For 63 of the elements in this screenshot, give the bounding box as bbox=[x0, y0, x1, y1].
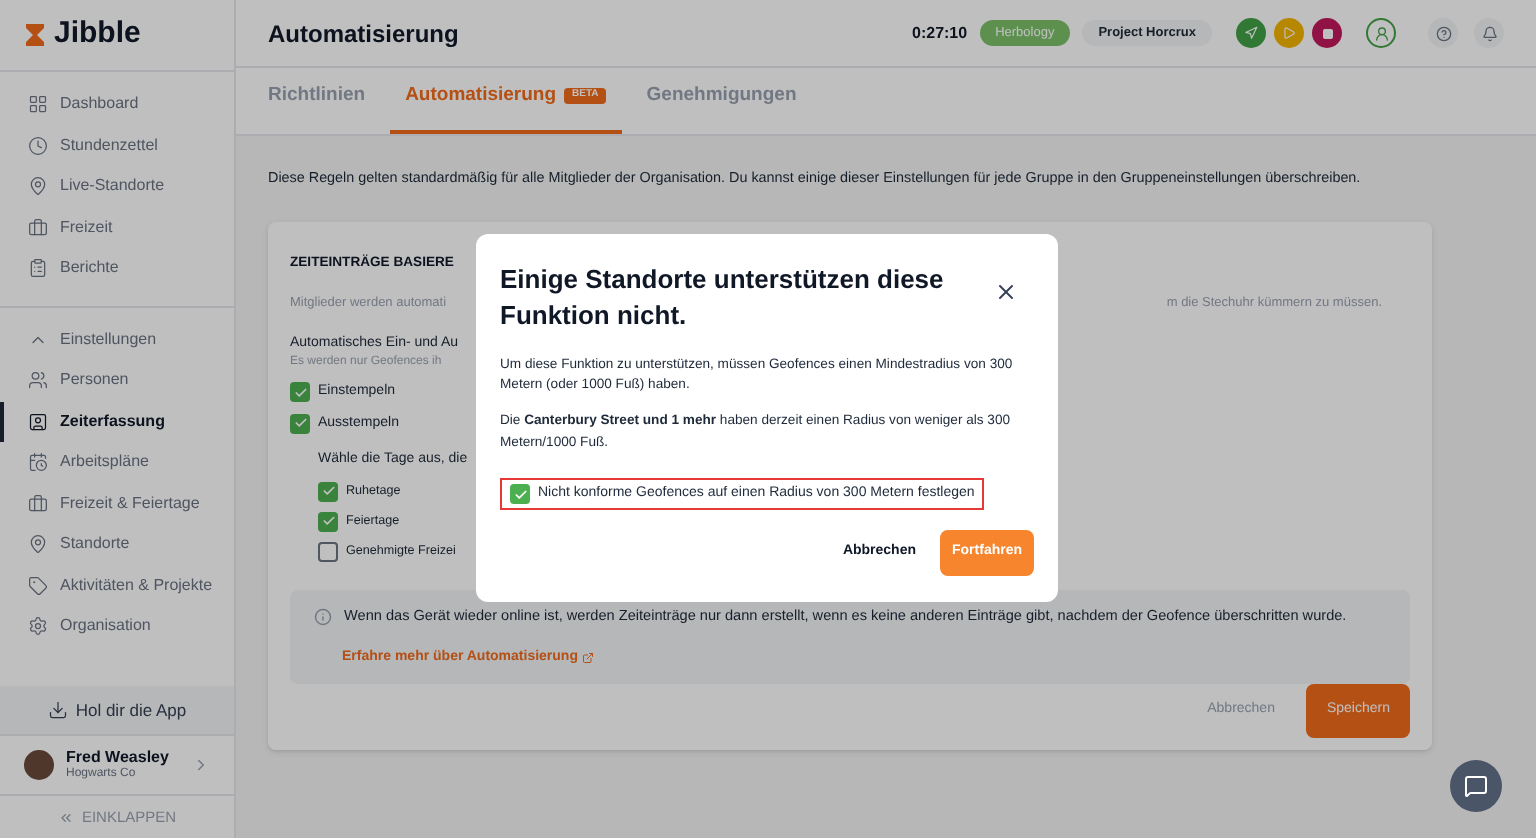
user-status-button[interactable] bbox=[1366, 18, 1396, 48]
page-title: Automatisierung bbox=[268, 17, 459, 51]
nav-item[interactable]: Berichte bbox=[0, 248, 234, 289]
play-icon bbox=[1282, 26, 1296, 40]
switch-activity-button[interactable] bbox=[1236, 18, 1266, 48]
nav-item[interactable]: Arbeitspläne bbox=[0, 442, 234, 483]
settings-section-toggle[interactable]: Einstellungen bbox=[0, 319, 234, 360]
checkbox[interactable] bbox=[318, 541, 338, 562]
nav-item[interactable]: Zeiterfassung bbox=[0, 401, 234, 442]
grid-icon bbox=[28, 94, 48, 115]
dialog-title: Einige Standorte unterstützen diese Funktion nicht. bbox=[500, 262, 946, 333]
app-logo: Jibble bbox=[54, 14, 141, 55]
tag-icon bbox=[28, 575, 48, 596]
checkbox[interactable] bbox=[290, 413, 310, 434]
double-chevron-icon bbox=[57, 809, 74, 825]
help-icon bbox=[1435, 25, 1451, 41]
calendar-icon bbox=[28, 452, 48, 473]
get-app-button[interactable]: Hol dir die App bbox=[0, 686, 234, 734]
nav-item[interactable]: Personen bbox=[0, 360, 234, 401]
checkbox[interactable] bbox=[290, 382, 310, 403]
chat-icon bbox=[1464, 774, 1488, 798]
nav-item[interactable]: Live-Standorte bbox=[0, 166, 234, 207]
nav-item[interactable]: Dashboard bbox=[0, 84, 234, 125]
people-icon bbox=[28, 370, 48, 391]
clipboard-icon bbox=[28, 258, 48, 279]
user-name: Fred Weasley bbox=[66, 747, 169, 767]
map-pin-icon bbox=[28, 534, 48, 555]
check-icon bbox=[513, 487, 527, 502]
info-icon bbox=[314, 607, 332, 626]
map-pin-icon bbox=[28, 176, 48, 197]
tab[interactable]: Richtlinien bbox=[252, 81, 382, 134]
user-icon bbox=[1373, 25, 1389, 41]
download-icon bbox=[47, 700, 68, 720]
arrow-icon bbox=[1244, 26, 1258, 40]
notifications-button[interactable] bbox=[1474, 18, 1504, 48]
check-icon bbox=[293, 416, 307, 431]
stop-button[interactable] bbox=[1312, 18, 1342, 48]
checkbox[interactable] bbox=[318, 511, 338, 532]
stop-icon bbox=[1321, 27, 1333, 39]
briefcase-icon bbox=[28, 217, 48, 238]
check-icon bbox=[293, 385, 307, 400]
nav-item[interactable]: Standorte bbox=[0, 524, 234, 565]
nav-item[interactable]: Stundenzettel bbox=[0, 125, 234, 166]
avatar bbox=[24, 750, 54, 780]
clock-icon bbox=[28, 135, 48, 156]
checkbox[interactable] bbox=[318, 481, 338, 502]
checkbox[interactable] bbox=[510, 484, 530, 505]
tab[interactable]: Genehmigungen bbox=[630, 81, 813, 134]
chat-button[interactable] bbox=[1450, 760, 1502, 812]
help-button[interactable] bbox=[1428, 18, 1458, 48]
timer: 0:27:10 bbox=[912, 21, 968, 45]
close-icon[interactable] bbox=[994, 280, 1018, 304]
nav-item[interactable]: Aktivitäten & Projekte bbox=[0, 565, 234, 606]
nav-item[interactable]: Freizeit & Feiertage bbox=[0, 483, 234, 524]
settings-icon bbox=[28, 616, 48, 637]
chevron-right-icon bbox=[192, 756, 210, 774]
nav-item[interactable]: Organisation bbox=[0, 606, 234, 647]
hourglass-logo-icon bbox=[24, 22, 46, 48]
user-card-icon bbox=[28, 411, 48, 432]
external-link-icon bbox=[582, 651, 594, 664]
nav-item[interactable]: Freizeit bbox=[0, 207, 234, 248]
briefcase-icon bbox=[28, 493, 48, 514]
bell-icon bbox=[1481, 25, 1497, 41]
